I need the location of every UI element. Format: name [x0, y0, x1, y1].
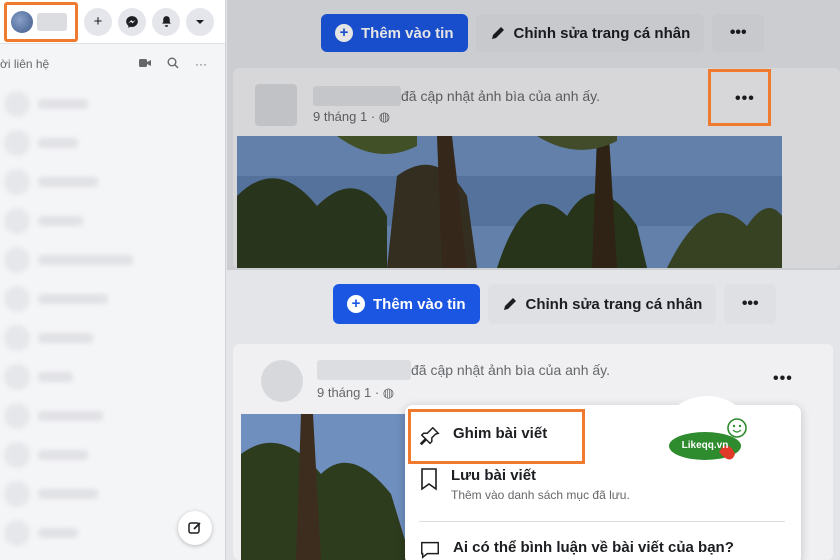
notifications-button[interactable]	[152, 7, 180, 36]
profile-actions: + Thêm vào tin Chỉnh sửa trang cá nhân •…	[333, 284, 777, 324]
logo-text: Likeqq.vn	[682, 440, 729, 451]
menu-divider	[419, 521, 785, 522]
comment-icon	[421, 541, 439, 559]
new-message-button[interactable]	[178, 511, 212, 545]
edit-profile-button[interactable]: Chỉnh sửa trang cá nhân	[487, 284, 717, 324]
profile-name-blurred	[37, 12, 67, 31]
contact-item[interactable]	[0, 357, 225, 396]
contact-item[interactable]	[0, 318, 225, 357]
comment-settings-item[interactable]: Ai có thể bình luận về bài viết của bạn?	[419, 539, 734, 560]
likeqq-logo: Likeqq.vn	[657, 396, 757, 496]
profile-more-button[interactable]: •••	[724, 284, 777, 324]
menu-item-subtitle: Thêm vào danh sách mục đã lưu.	[451, 488, 630, 502]
save-post-item[interactable]: Lưu bài viết Thêm vào danh sách mục đã l…	[419, 467, 630, 502]
post-author-blurred[interactable]	[317, 360, 411, 380]
globe-icon: ◍	[382, 385, 395, 400]
post-action-text: đã cập nhật ảnh bìa của anh ấy.	[411, 362, 611, 378]
highlight-post-more	[708, 69, 771, 126]
menu-item-title: Ai có thể bình luận về bài viết của bạn?	[453, 539, 734, 556]
contact-item[interactable]	[0, 84, 225, 123]
contact-item[interactable]	[0, 123, 225, 162]
contact-item[interactable]	[0, 240, 225, 279]
account-menu-button[interactable]	[186, 7, 214, 36]
avatar	[261, 360, 303, 402]
left-sidebar: + ời liên hệ ···	[0, 0, 226, 560]
contact-item[interactable]	[0, 279, 225, 318]
contact-item[interactable]	[0, 396, 225, 435]
contacts-label: ời liên hệ	[0, 57, 50, 71]
bell-icon	[161, 16, 171, 27]
contacts-list	[0, 84, 225, 552]
contact-item[interactable]	[0, 162, 225, 201]
overlay-dim	[227, 0, 840, 270]
caret-down-icon	[196, 19, 204, 24]
post-timestamp[interactable]: 9 tháng 1 · ◍	[317, 385, 394, 401]
avatar	[11, 10, 33, 33]
post-more-icon[interactable]: •••	[773, 370, 793, 388]
profile-avatar-button[interactable]	[4, 1, 78, 42]
contacts-header: ời liên hệ ···	[0, 44, 225, 84]
menu-item-title: Lưu bài viết	[451, 467, 537, 484]
messenger-icon	[126, 15, 138, 28]
plus-circle-icon: +	[347, 295, 365, 313]
add-story-button[interactable]: + Thêm vào tin	[333, 284, 480, 324]
video-call-icon[interactable]	[131, 57, 159, 71]
messenger-button[interactable]	[118, 7, 146, 36]
contact-item[interactable]	[0, 201, 225, 240]
create-button[interactable]: +	[84, 7, 112, 36]
contact-item[interactable]	[0, 474, 225, 513]
cover-photo[interactable]	[241, 414, 411, 560]
search-icon[interactable]	[159, 57, 187, 72]
contact-item[interactable]	[0, 435, 225, 474]
top-bar: +	[0, 0, 225, 44]
more-options-icon[interactable]: ···	[187, 57, 215, 71]
plus-icon: +	[93, 13, 103, 30]
main-feed: + Thêm vào tin Chỉnh sửa trang cá nhân •…	[227, 0, 840, 560]
bookmark-icon	[421, 468, 437, 491]
pencil-icon	[503, 298, 516, 310]
highlight-pin-post	[408, 409, 585, 464]
compose-icon	[188, 522, 201, 534]
